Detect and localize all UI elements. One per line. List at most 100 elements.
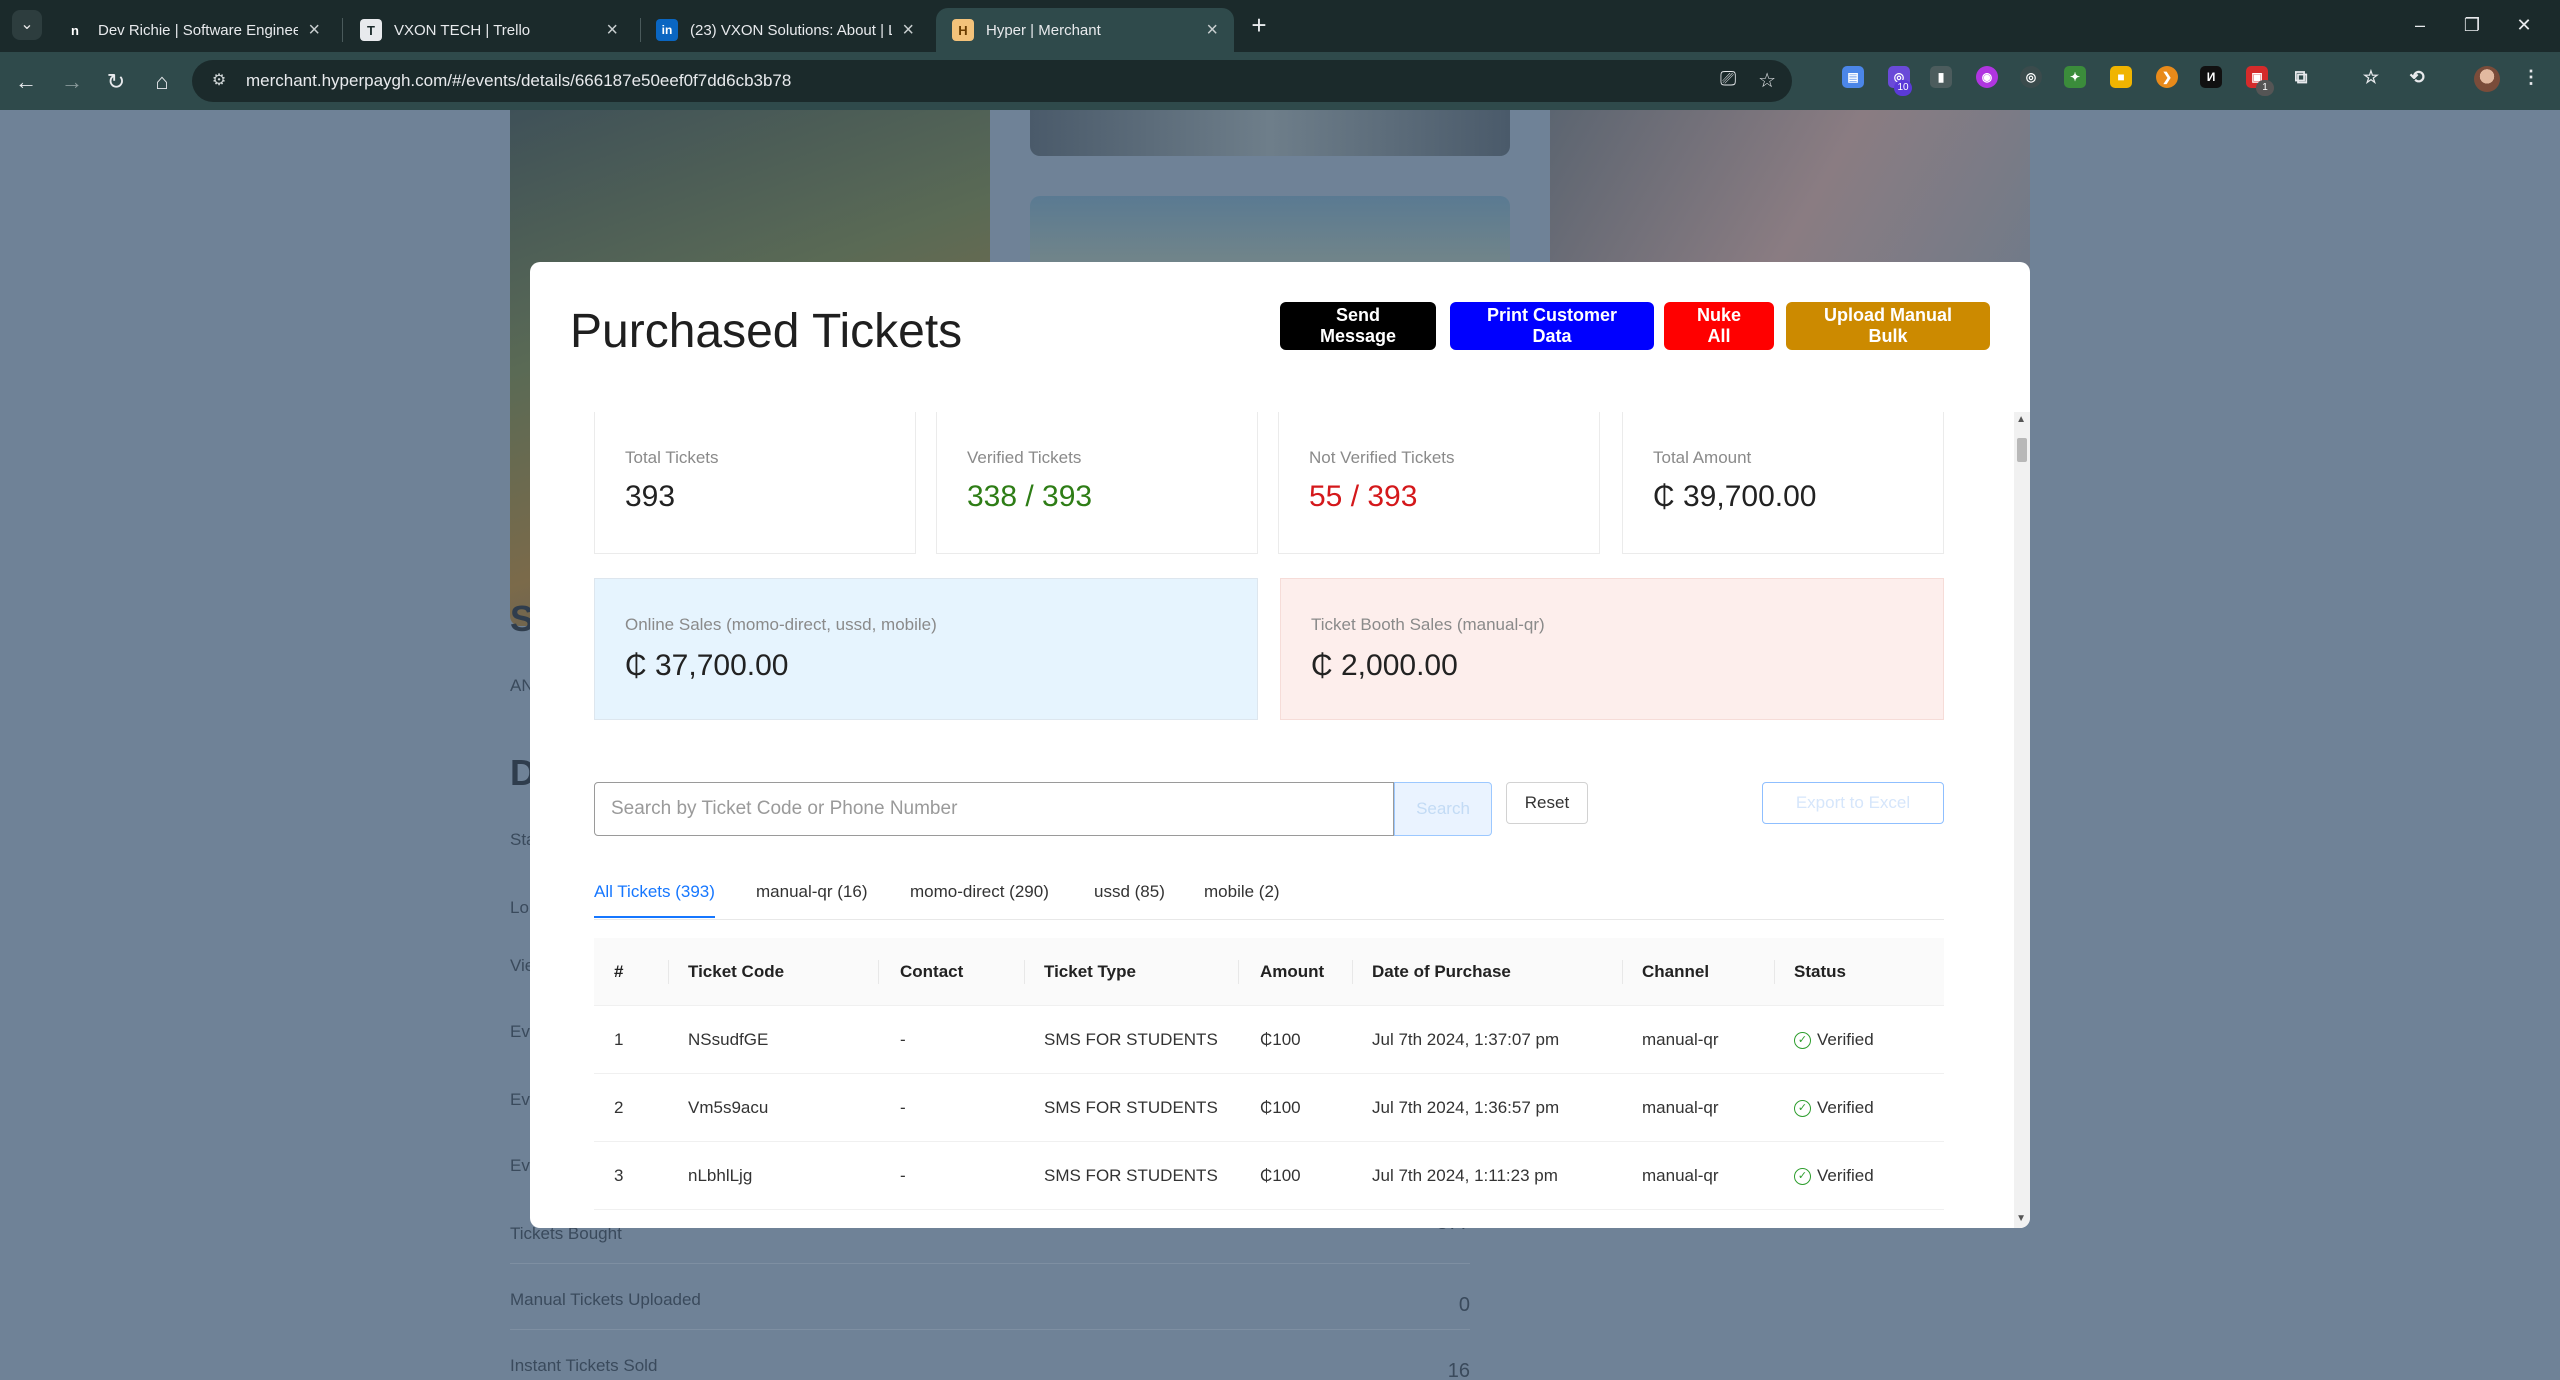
browser-tab-hyper-merchant[interactable]: H Hyper | Merchant × — [936, 8, 1234, 52]
column-header: Amount — [1260, 962, 1325, 981]
table-row[interactable]: 2 Vm5s9acu - SMS FOR STUDENTS ₵100 Jul 7… — [594, 1074, 1944, 1142]
extension-n-icon[interactable]: И — [2200, 66, 2222, 88]
search-input[interactable] — [594, 782, 1394, 836]
minimize-icon[interactable]: – — [2400, 10, 2440, 40]
column-header: # — [614, 962, 624, 981]
tab-momo-direct[interactable]: momo-direct (290) — [910, 882, 1049, 916]
contact: - — [900, 1098, 906, 1117]
tab-favicon-icon: H — [952, 19, 974, 41]
reload-icon[interactable]: ↻ — [100, 66, 132, 98]
send-message-button[interactable]: Send Message — [1280, 302, 1436, 350]
modal-title: Purchased Tickets — [570, 305, 963, 358]
extension-yellow-icon[interactable]: ■ — [2110, 66, 2132, 88]
back-arrow-icon[interactable]: ← — [10, 66, 42, 98]
ticket-type: SMS FOR STUDENTS — [1044, 1030, 1218, 1049]
sales-label: Online Sales (momo-direct, ussd, mobile) — [625, 615, 937, 634]
scroll-down-arrow-icon[interactable]: ▼ — [2016, 1213, 2026, 1224]
column-header: Ticket Type — [1044, 962, 1136, 981]
restore-icon[interactable]: ❐ — [2452, 10, 2492, 40]
menu-dots-icon[interactable]: ⋮ — [2520, 66, 2542, 88]
column-header: Ticket Code — [688, 962, 785, 981]
scroll-up-arrow-icon[interactable]: ▲ — [2016, 414, 2026, 425]
tab-title: VXON TECH | Trello — [394, 21, 531, 39]
date-of-purchase: Jul 7th 2024, 1:11:23 pm — [1372, 1166, 1558, 1185]
verified-tickets-card: Verified Tickets 338 / 393 — [936, 412, 1258, 554]
modal-scrollbar[interactable] — [2014, 412, 2030, 1228]
stat-value: 393 — [625, 480, 676, 513]
export-to-excel-button[interactable]: Export to Excel — [1762, 782, 1944, 824]
close-icon[interactable]: × — [606, 19, 618, 42]
bg-row-label: Manual Tickets Uploaded — [510, 1290, 701, 1309]
status-badge: ✓ Verified — [1794, 1030, 1874, 1050]
extension-circle-icon[interactable]: ◉ — [1976, 66, 1998, 88]
bg-detail-row: Manual Tickets Uploaded 0 — [510, 1264, 1470, 1330]
browser-tab-trello[interactable]: T VXON TECH | Trello × — [344, 8, 634, 52]
extension-flame-icon[interactable]: ❯ — [2156, 66, 2178, 88]
reading-list-star-icon[interactable]: ☆ — [2360, 66, 2382, 88]
channel: manual-qr — [1642, 1098, 1719, 1117]
sales-value: ₵ 37,700.00 — [625, 649, 789, 682]
extensions-puzzle-icon[interactable]: ⧉ — [2290, 66, 2312, 88]
bg-text-fragment: Lo — [510, 898, 529, 917]
browser-tab-dev-richie[interactable]: n Dev Richie | Software Engineer × — [48, 8, 336, 52]
install-app-icon[interactable]: ⎚ — [1720, 68, 1736, 93]
channel: manual-qr — [1642, 1030, 1719, 1049]
upload-manual-bulk-button[interactable]: Upload Manual Bulk — [1786, 302, 1990, 350]
table-header: # Ticket Code Contact Ticket Type Amount… — [594, 938, 1944, 1006]
bg-detail-row: Instant Tickets Sold 16 — [510, 1330, 1470, 1380]
tab-mobile[interactable]: mobile (2) — [1204, 882, 1280, 916]
reset-button[interactable]: Reset — [1506, 782, 1588, 824]
tab-all-tickets[interactable]: All Tickets (393) — [594, 882, 715, 918]
amount: ₵100 — [1260, 1098, 1301, 1117]
row-number: 3 — [614, 1166, 624, 1185]
extension-docs-icon[interactable]: ▤ — [1842, 66, 1864, 88]
home-icon[interactable]: ⌂ — [146, 66, 178, 98]
scrollbar-thumb[interactable] — [2017, 438, 2027, 462]
table-row[interactable]: 1 NSsudfGE - SMS FOR STUDENTS ₵100 Jul 7… — [594, 1006, 1944, 1074]
ticket-code: Vm5s9acu — [688, 1098, 769, 1117]
online-sales-card: Online Sales (momo-direct, ussd, mobile)… — [594, 578, 1258, 720]
tab-ussd[interactable]: ussd (85) — [1094, 882, 1165, 916]
browser-tab-linkedin[interactable]: in (23) VXON Solutions: About | Li × — [640, 8, 930, 52]
site-info-icon[interactable]: ⚙ — [206, 68, 232, 94]
tab-search-button[interactable]: ⌄ — [12, 10, 42, 40]
new-tab-plus-icon[interactable]: + — [1244, 10, 1274, 40]
nuke-all-button[interactable]: Nuke All — [1664, 302, 1774, 350]
extension-colorful-icon[interactable]: ✦ — [2064, 66, 2086, 88]
close-icon[interactable]: × — [1206, 19, 1218, 42]
tab-manual-qr[interactable]: manual-qr (16) — [756, 882, 868, 916]
ticket-type: SMS FOR STUDENTS — [1044, 1098, 1218, 1117]
table-row[interactable]: 3 nLbhlLjg - SMS FOR STUDENTS ₵100 Jul 7… — [594, 1142, 1944, 1210]
tab-favicon-icon: n — [71, 22, 79, 38]
column-header: Status — [1794, 962, 1846, 981]
print-customer-data-button[interactable]: Print Customer Data — [1450, 302, 1654, 350]
bg-row-label: Instant Tickets Sold — [510, 1356, 658, 1375]
profile-avatar[interactable] — [2474, 66, 2500, 92]
bg-row-value: 16 — [1447, 1360, 1470, 1380]
close-icon[interactable]: × — [902, 19, 914, 42]
ticket-code: NSsudfGE — [688, 1030, 769, 1049]
tab-title: (23) VXON Solutions: About | Li — [690, 21, 893, 39]
column-header: Channel — [1642, 962, 1710, 981]
bg-row-value: 0 — [1458, 1294, 1470, 1316]
stat-value: ₵ 39,700.00 — [1653, 480, 1817, 513]
ticket-type: SMS FOR STUDENTS — [1044, 1166, 1218, 1185]
status-badge: ✓ Verified — [1794, 1166, 1874, 1186]
window-close-icon[interactable]: ✕ — [2504, 10, 2544, 40]
extension-bottle-icon[interactable]: ▮ — [1930, 66, 1952, 88]
extension-target-icon[interactable]: ◎ — [2020, 66, 2042, 88]
bg-text-fragment: Ev — [510, 1022, 530, 1041]
stat-value: 55 / 393 — [1309, 480, 1418, 513]
total-amount-card: Total Amount ₵ 39,700.00 — [1622, 412, 1944, 554]
url-text[interactable]: merchant.hyperpaygh.com/#/events/details… — [246, 71, 791, 91]
channel-filter-tabs: All Tickets (393) manual-qr (16) momo-di… — [594, 862, 1944, 920]
address-bar[interactable]: ⚙ merchant.hyperpaygh.com/#/events/detai… — [192, 60, 1792, 102]
tab-favicon-icon: T — [360, 19, 382, 41]
forward-arrow-icon[interactable]: → — [56, 66, 88, 98]
stat-label: Verified Tickets — [967, 448, 1082, 467]
close-icon[interactable]: × — [308, 19, 320, 42]
bookmark-star-icon[interactable]: ☆ — [1758, 68, 1776, 93]
history-icon[interactable]: ⟲ — [2406, 66, 2428, 88]
status-badge: ✓ Verified — [1794, 1098, 1874, 1118]
search-button[interactable]: Search — [1394, 782, 1492, 836]
